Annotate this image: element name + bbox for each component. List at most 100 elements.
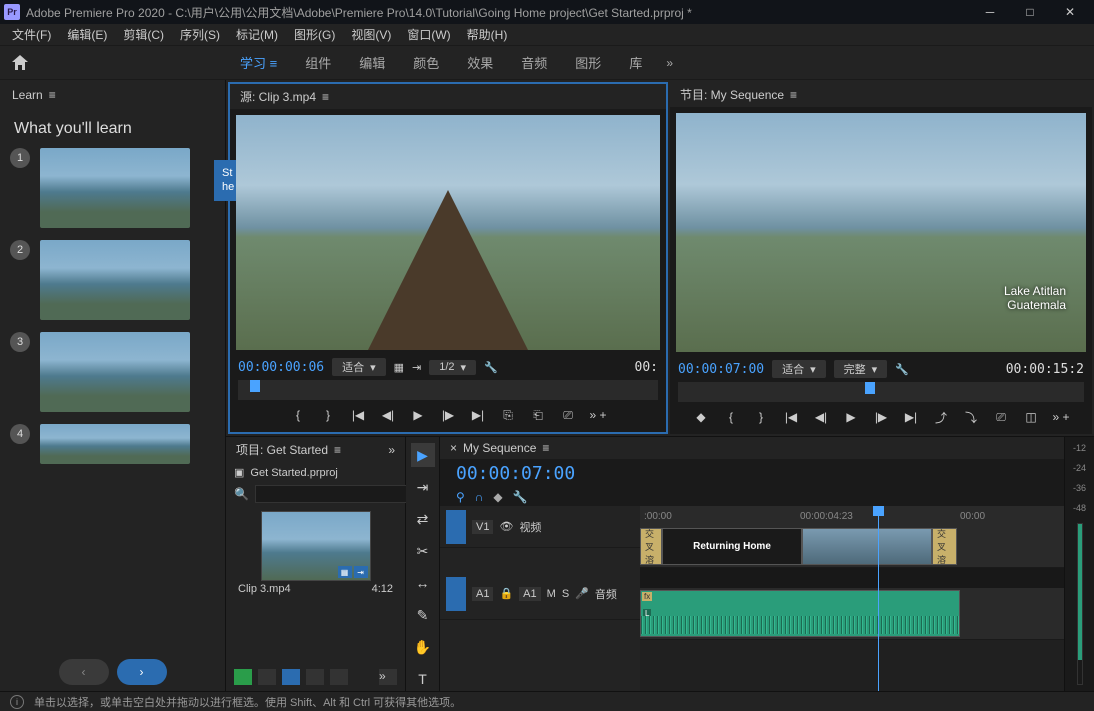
razor-tool[interactable]: ✂ [411, 539, 435, 563]
program-video[interactable]: Lake Atitlan Guatemala [676, 113, 1086, 352]
panel-menu-icon[interactable]: ≡ [542, 441, 549, 455]
panel-menu-icon[interactable]: ≡ [322, 90, 329, 104]
track-select-tool[interactable]: ⇥ [411, 475, 435, 499]
project-search-input[interactable] [255, 485, 407, 503]
step-back-button[interactable]: ◀| [812, 408, 830, 426]
learn-step-3[interactable]: 3 [0, 326, 225, 418]
panel-menu-icon[interactable]: ≡ [334, 443, 341, 457]
lift-button[interactable]: ⤴ [932, 408, 950, 426]
step-forward-button[interactable]: |▶ [439, 406, 457, 424]
go-to-in-button[interactable]: |◀ [349, 406, 367, 424]
learn-step-4[interactable]: 4 [0, 418, 225, 470]
program-header[interactable]: 节目: My Sequence [680, 86, 784, 103]
selection-tool[interactable]: ▶ [411, 443, 435, 467]
program-quality-dropdown[interactable]: 完整 ▾ [834, 360, 888, 378]
add-marker-button[interactable]: ◆ [692, 408, 710, 426]
step-forward-button[interactable]: |▶ [872, 408, 890, 426]
video-clip[interactable] [802, 528, 932, 565]
minimize-button[interactable]: ─ [970, 0, 1010, 24]
source-header[interactable]: 源: Clip 3.mp4 [240, 88, 316, 105]
menu-file[interactable]: 文件(F) [4, 26, 59, 43]
source-timebar[interactable] [238, 380, 658, 400]
transition-clip[interactable]: 交叉溶 [640, 528, 662, 565]
program-out-timecode[interactable]: 00:00:15:2 [1006, 362, 1084, 377]
learn-tab[interactable]: Learn ≡ [0, 80, 225, 110]
audio-track-a1[interactable]: fx L [640, 588, 1064, 640]
toggle-lock-icon[interactable]: 🔒 [499, 587, 513, 600]
v1-source-patch[interactable] [446, 510, 466, 544]
timeline-tracks-area[interactable]: :00:00 00:00:04:23 00:00 交叉溶 Returning H… [640, 506, 1064, 691]
mute-button[interactable]: M [547, 588, 556, 600]
audio-clip[interactable]: fx L [640, 590, 960, 637]
learn-next-button[interactable]: › [117, 659, 167, 685]
close-seq-icon[interactable]: × [450, 441, 457, 455]
home-button[interactable] [0, 55, 40, 71]
pen-tool[interactable]: ✎ [411, 603, 435, 627]
toggle-output-icon[interactable]: 👁 [499, 520, 513, 533]
wrench-icon[interactable]: 🔧 [484, 361, 498, 374]
source-video[interactable] [236, 115, 660, 350]
panel-menu-icon[interactable]: ≡ [790, 88, 797, 102]
go-to-out-button[interactable]: ▶| [902, 408, 920, 426]
video-track-v1[interactable]: 交叉溶 Returning Home 交叉溶 [640, 526, 1064, 568]
transition-clip[interactable]: 交叉溶 [932, 528, 957, 565]
program-in-timecode[interactable]: 00:00:07:00 [678, 362, 764, 377]
source-resolution-dropdown[interactable]: 1/2 ▾ [429, 360, 476, 375]
export-frame-button[interactable]: ⎚ [559, 406, 577, 424]
linked-selection-icon[interactable]: ∩ [475, 490, 484, 504]
workspace-overflow[interactable]: » [666, 56, 673, 70]
export-frame-button[interactable]: ⎚ [992, 408, 1010, 426]
menu-view[interactable]: 视图(V) [343, 26, 399, 43]
menu-window[interactable]: 窗口(W) [399, 26, 458, 43]
v1-target[interactable]: V1 [472, 520, 493, 534]
ripple-edit-tool[interactable]: ⇄ [411, 507, 435, 531]
go-to-out-button[interactable]: ▶| [469, 406, 487, 424]
mark-in-button[interactable]: { [722, 408, 740, 426]
menu-graphics[interactable]: 图形(G) [286, 26, 343, 43]
type-tool[interactable]: T [411, 667, 435, 691]
step-back-button[interactable]: ◀| [379, 406, 397, 424]
multicam-icon[interactable]: ▦ [394, 361, 404, 374]
program-timebar[interactable] [678, 382, 1084, 402]
maximize-button[interactable]: □ [1010, 0, 1050, 24]
menu-markers[interactable]: 标记(M) [228, 26, 286, 43]
marker-add-icon[interactable]: ◆ [493, 490, 502, 504]
settings-icon[interactable]: 🔧 [513, 490, 528, 504]
program-zoom-dropdown[interactable]: 适合 ▾ [772, 360, 826, 378]
mark-out-button[interactable]: } [752, 408, 770, 426]
hand-tool[interactable]: ✋ [411, 635, 435, 659]
overwrite-button[interactable]: ⎗ [529, 406, 547, 424]
workspace-effects[interactable]: 效果 [467, 53, 493, 72]
comparison-view-button[interactable]: ◫ [1022, 408, 1040, 426]
workspace-color[interactable]: 颜色 [413, 53, 439, 72]
a1-source-patch[interactable] [446, 577, 466, 611]
auto-bin-button[interactable] [330, 669, 348, 685]
learn-step-2[interactable]: 2 [0, 234, 225, 326]
sequence-tab[interactable]: My Sequence [463, 441, 536, 455]
wrench-icon[interactable]: 🔧 [895, 363, 909, 376]
mark-in-button[interactable]: { [289, 406, 307, 424]
workspace-libraries[interactable]: 库 [629, 53, 642, 72]
audio-track-header[interactable]: A1 🔒 A1 M S 🎤 音频 [440, 568, 640, 620]
timeline-playhead-timecode[interactable]: 00:00:07:00 [440, 459, 591, 488]
learn-step-1[interactable]: 1 [0, 142, 225, 234]
slip-tool[interactable]: ↔ [411, 571, 435, 595]
button-editor[interactable]: » + [589, 406, 607, 424]
workspace-assembly[interactable]: 组件 [305, 53, 331, 72]
learn-prev-button[interactable]: ‹ [59, 659, 109, 685]
menu-help[interactable]: 帮助(H) [459, 26, 516, 43]
timeline-ruler[interactable]: :00:00 00:00:04:23 00:00 [640, 506, 1064, 526]
find-button[interactable]: » [379, 669, 397, 685]
sort-button[interactable] [306, 669, 324, 685]
freeform-view-button[interactable] [282, 669, 300, 685]
menu-clip[interactable]: 剪辑(C) [115, 26, 172, 43]
voiceover-icon[interactable]: 🎤 [575, 587, 589, 600]
title-clip[interactable]: Returning Home [662, 528, 802, 565]
play-button[interactable]: ▶ [409, 406, 427, 424]
markers-icon[interactable]: ⇥ [412, 361, 421, 374]
timeline-playhead[interactable] [878, 506, 879, 691]
close-button[interactable]: ✕ [1050, 0, 1090, 24]
a1-target[interactable]: A1 [519, 587, 540, 601]
go-to-in-button[interactable]: |◀ [782, 408, 800, 426]
button-editor[interactable]: » + [1052, 408, 1070, 426]
